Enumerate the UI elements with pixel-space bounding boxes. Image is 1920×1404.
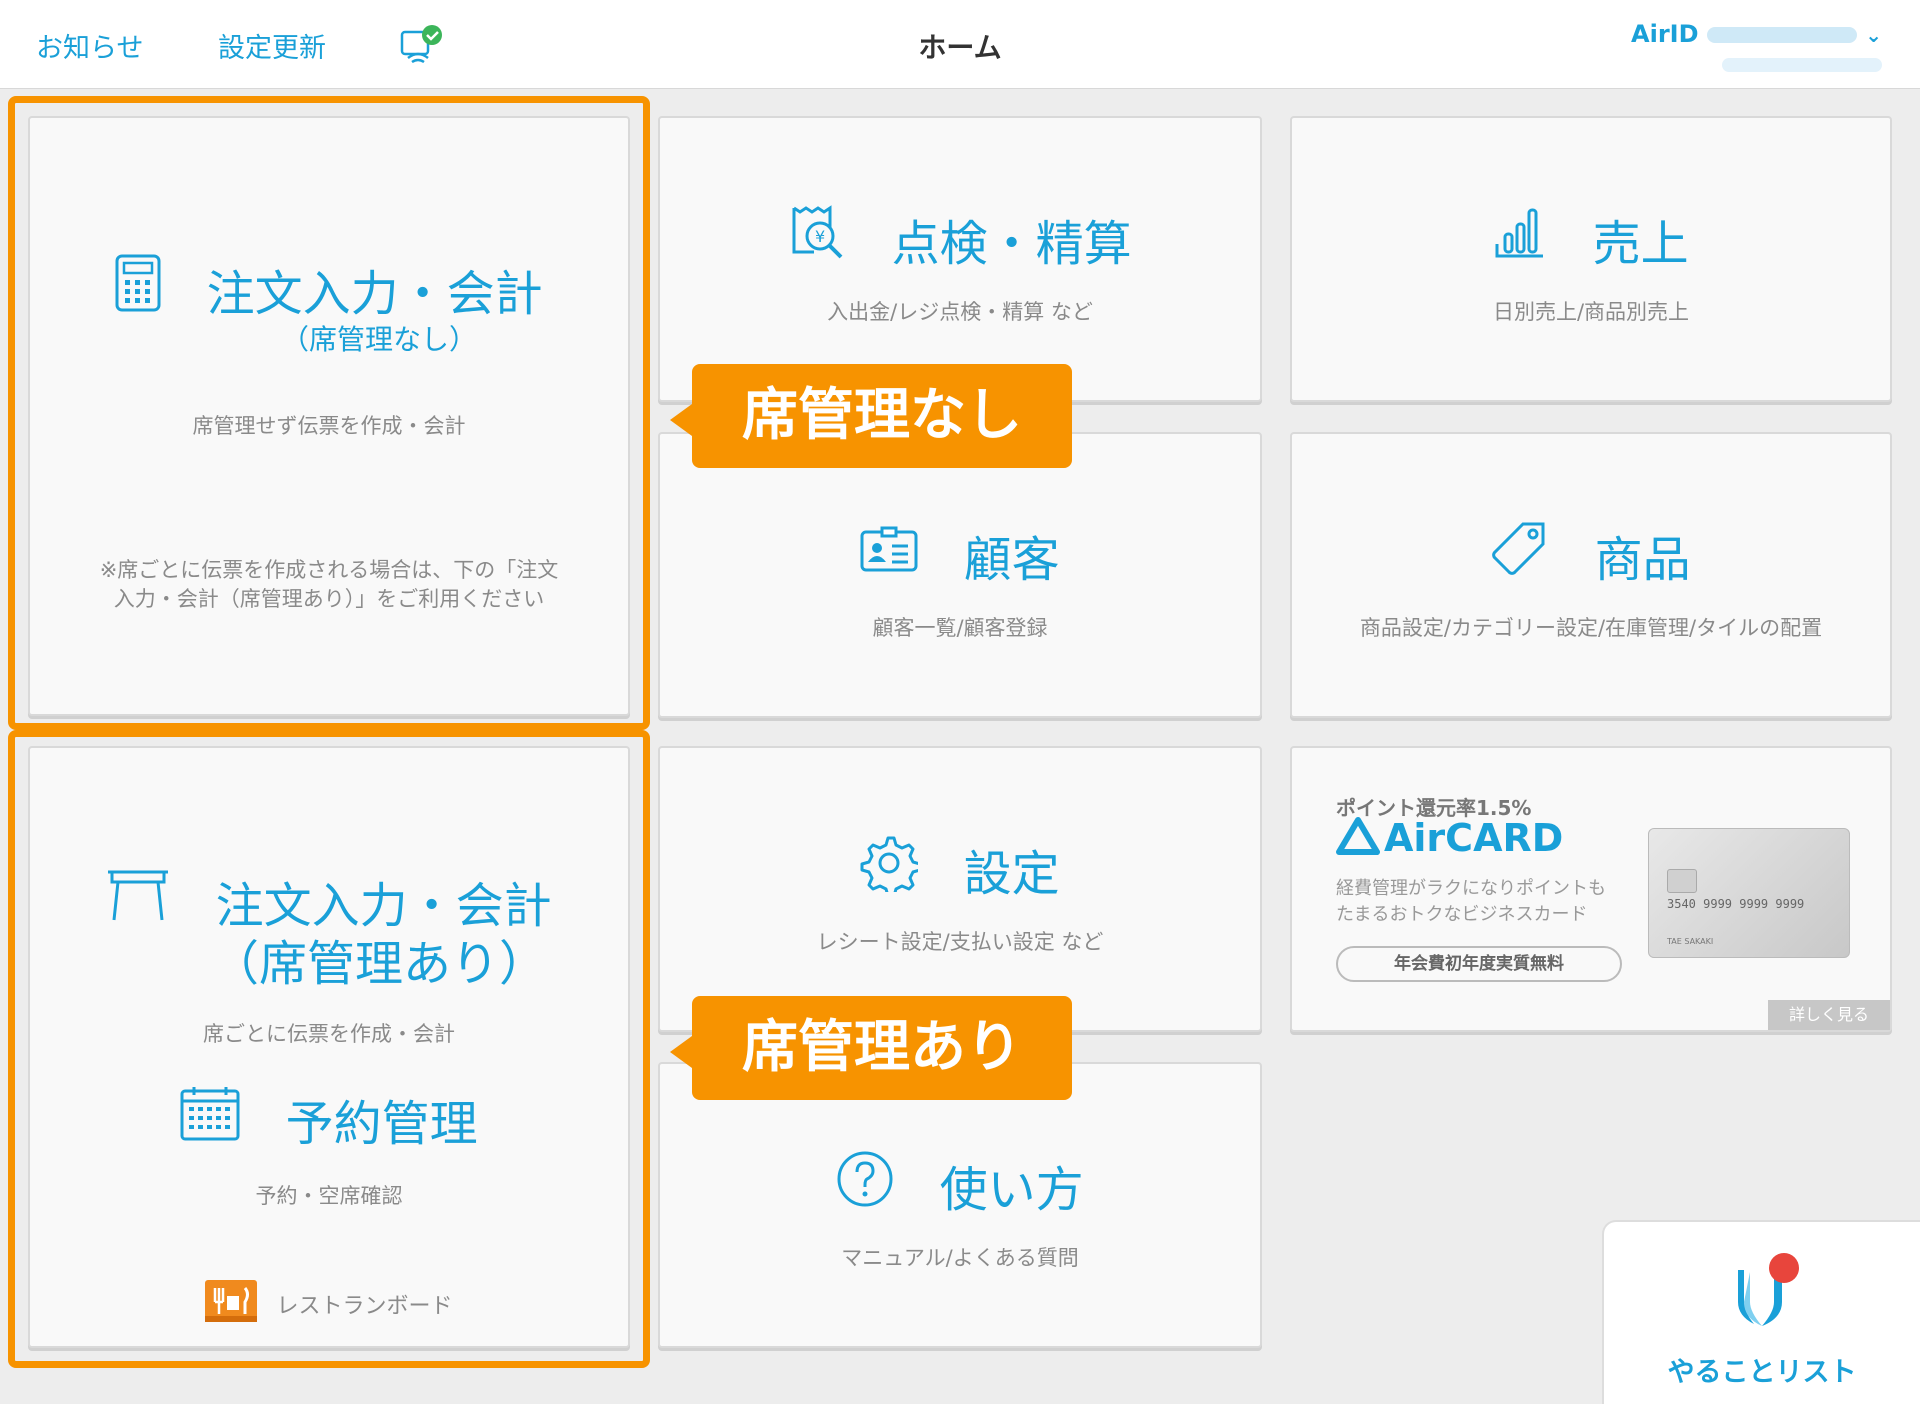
price-tag-icon	[1491, 520, 1549, 590]
settings-title: 設定	[963, 846, 1060, 902]
gear-icon	[860, 834, 922, 904]
settings-title-row: 設定	[660, 834, 1260, 904]
check-desc: 入出金/レジ点検・精算 など	[827, 300, 1093, 324]
callout-no-table-label: 席管理なし	[742, 383, 1022, 448]
customer-desc: 顧客一覧/顧客登録	[872, 616, 1048, 640]
aircard-logo-text: AirCARD	[1384, 816, 1564, 860]
product-desc: 商品設定/カテゴリー設定/在庫管理/タイルの配置	[1359, 616, 1823, 640]
account-name-redacted	[1722, 58, 1882, 72]
callout-with-table-label: 席管理あり	[742, 1015, 1022, 1080]
ad-description: 経費管理がラクになりポイントも たまるおトクなビジネスカード	[1336, 876, 1636, 928]
ad-text-line-2: たまるおトクなビジネスカード	[1336, 904, 1588, 925]
highlight-frame-no-table	[8, 96, 650, 730]
highlight-frame-with-table	[8, 730, 650, 1368]
callout-with-table: 席管理あり	[670, 996, 1072, 1100]
todo-icon	[1734, 1252, 1800, 1332]
sales-title-row: 売上	[1292, 204, 1890, 274]
ad-text-line-1: 経費管理がラクになりポイントも	[1336, 878, 1606, 899]
airid-label: AirID	[1631, 20, 1699, 48]
howto-desc: マニュアル/よくある質問	[841, 1246, 1079, 1270]
receipt-search-icon: ¥	[788, 204, 846, 274]
top-bar: お知らせ 設定更新 ホーム AirID ⌄	[0, 0, 1920, 89]
callout-no-table: 席管理なし	[670, 364, 1072, 468]
product-tile[interactable]: 商品 商品設定/カテゴリー設定/在庫管理/タイルの配置	[1290, 432, 1892, 718]
customer-tile[interactable]: 顧客 顧客一覧/顧客登録	[658, 432, 1262, 718]
id-card-icon	[860, 526, 918, 584]
aircard-image: 3540 9999 9999 9999 TAE SAKAKI	[1648, 828, 1850, 958]
todo-list-button[interactable]: やることリスト	[1602, 1220, 1920, 1404]
check-title: 点検・精算	[891, 216, 1132, 272]
sales-tile[interactable]: 売上 日別売上/商品別売上	[1290, 116, 1892, 402]
customer-title: 顧客	[963, 532, 1060, 588]
card-chip	[1667, 869, 1697, 893]
aircard-ad-tile[interactable]: ポイント還元率1.5% AirCARD 経費管理がラクになりポイントも たまるお…	[1290, 746, 1892, 1032]
check-settlement-tile[interactable]: ¥ 点検・精算 入出金/レジ点検・精算 など	[658, 116, 1262, 402]
account-id-redacted	[1706, 27, 1857, 43]
sales-desc: 日別売上/商品別売上	[1492, 300, 1690, 324]
bar-chart-icon	[1493, 204, 1547, 274]
see-more-button[interactable]: 詳しく見る	[1768, 1000, 1890, 1030]
check-title-row: ¥ 点検・精算	[660, 204, 1260, 274]
customer-title-row: 顧客	[660, 520, 1260, 590]
aircard-triangle-icon	[1336, 817, 1380, 855]
sales-title: 売上	[1592, 216, 1689, 272]
card-holder: TAE SAKAKI	[1667, 937, 1714, 946]
todo-list-label: やることリスト	[1667, 1357, 1857, 1388]
aircard-logo: AirCARD	[1336, 816, 1563, 860]
ad-free-fee-pill: 年会費初年度実質無料	[1336, 946, 1622, 982]
howto-tile[interactable]: 使い方 マニュアル/よくある質問	[658, 1062, 1262, 1348]
settings-desc: レシート設定/支払い設定 など	[816, 930, 1104, 954]
product-title-row: 商品	[1292, 520, 1890, 590]
account-menu[interactable]: AirID ⌄	[1631, 20, 1882, 72]
howto-title: 使い方	[939, 1162, 1084, 1218]
settings-tile[interactable]: 設定 レシート設定/支払い設定 など	[658, 746, 1262, 1032]
chevron-down-icon: ⌄	[1865, 23, 1882, 47]
howto-title-row: 使い方	[660, 1150, 1260, 1220]
help-icon	[836, 1150, 894, 1220]
svg-text:¥: ¥	[815, 227, 825, 246]
card-number: 3540 9999 9999 9999	[1667, 897, 1805, 911]
product-title: 商品	[1594, 532, 1691, 588]
